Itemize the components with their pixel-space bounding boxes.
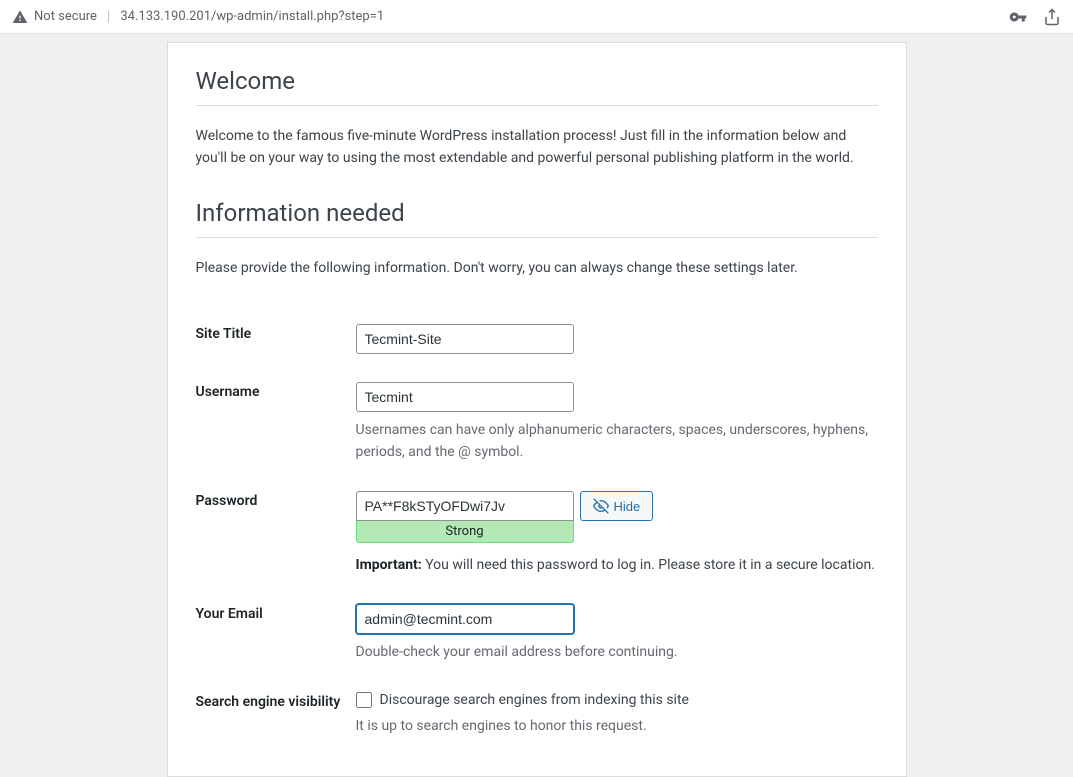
email-description: Double-check your email address before c…	[356, 642, 878, 664]
site-title-input[interactable]	[356, 324, 574, 354]
email-input[interactable]	[356, 604, 574, 634]
hide-password-button[interactable]: Hide	[580, 491, 654, 521]
info-text: Please provide the following information…	[196, 258, 878, 280]
security-text: Not secure	[34, 9, 97, 24]
warning-icon	[12, 9, 28, 25]
welcome-text: Welcome to the famous five-minute WordPr…	[196, 126, 878, 169]
password-important-note: Important: You will need this password t…	[356, 555, 878, 576]
eye-slash-icon	[593, 498, 609, 514]
password-input[interactable]	[356, 491, 574, 521]
hide-button-label: Hide	[614, 499, 641, 514]
key-icon[interactable]	[1009, 8, 1027, 26]
install-form-card: Welcome Welcome to the famous five-minut…	[167, 42, 907, 777]
password-strength-meter: Strong	[356, 521, 574, 543]
search-visibility-checkbox[interactable]	[356, 692, 372, 708]
search-visibility-checkbox-label[interactable]: Discourage search engines from indexing …	[380, 692, 689, 708]
welcome-heading: Welcome	[196, 67, 878, 106]
username-label: Username	[196, 368, 356, 477]
important-label: Important:	[356, 557, 422, 573]
email-label: Your Email	[196, 590, 356, 678]
username-description: Usernames can have only alphanumeric cha…	[356, 420, 878, 463]
search-visibility-label: Search engine visibility	[196, 678, 356, 752]
info-heading: Information needed	[196, 199, 878, 238]
browser-address-bar: Not secure | 34.133.190.201/wp-admin/ins…	[0, 0, 1073, 34]
search-visibility-description: It is up to search engines to honor this…	[356, 716, 878, 738]
separator: |	[107, 9, 110, 25]
share-icon[interactable]	[1043, 8, 1061, 26]
security-indicator[interactable]: Not secure	[12, 9, 97, 25]
site-title-label: Site Title	[196, 310, 356, 368]
url-display[interactable]: 34.133.190.201/wp-admin/install.php?step…	[120, 9, 384, 24]
username-input[interactable]	[356, 382, 574, 412]
password-label: Password	[196, 477, 356, 590]
important-text: You will need this password to log in. P…	[422, 557, 875, 573]
